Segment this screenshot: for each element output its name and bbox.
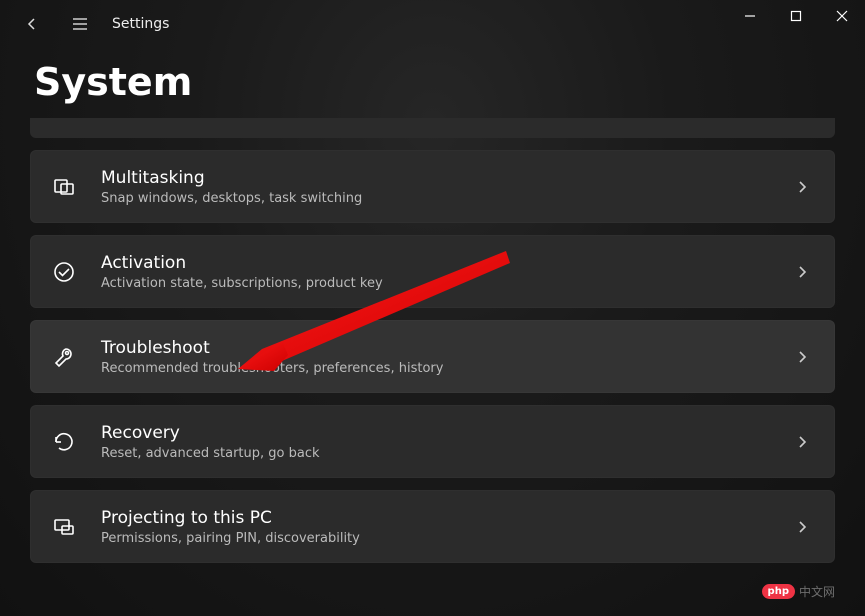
list-item-title: Multitasking: [101, 167, 766, 189]
settings-list: Multitasking Snap windows, desktops, tas…: [0, 118, 865, 616]
multitasking-icon: [51, 174, 77, 200]
list-item-projecting[interactable]: Projecting to this PC Permissions, pairi…: [30, 490, 835, 563]
list-item-subtitle: Recommended troubleshooters, preferences…: [101, 361, 766, 376]
watermark-brand: php: [762, 584, 795, 599]
list-item-subtitle: Snap windows, desktops, task switching: [101, 191, 766, 206]
list-item-text: Recovery Reset, advanced startup, go bac…: [101, 422, 766, 461]
list-item-title: Activation: [101, 252, 766, 274]
page-title: System: [0, 48, 865, 118]
list-item-recovery[interactable]: Recovery Reset, advanced startup, go bac…: [30, 405, 835, 478]
list-item-subtitle: Permissions, pairing PIN, discoverabilit…: [101, 531, 766, 546]
app-title: Settings: [108, 16, 169, 32]
nav-menu-button[interactable]: [60, 4, 100, 44]
list-item-subtitle: Activation state, subscriptions, product…: [101, 276, 766, 291]
activation-icon: [51, 259, 77, 285]
minimize-button[interactable]: [727, 0, 773, 32]
watermark: php 中文网: [762, 583, 835, 600]
back-button[interactable]: [12, 4, 52, 44]
list-item-title: Recovery: [101, 422, 766, 444]
recovery-icon: [51, 429, 77, 455]
troubleshoot-icon: [51, 344, 77, 370]
list-item-subtitle: Reset, advanced startup, go back: [101, 446, 766, 461]
list-item-multitasking[interactable]: Multitasking Snap windows, desktops, tas…: [30, 150, 835, 223]
list-item-partial[interactable]: [30, 118, 835, 138]
list-item-text: Activation Activation state, subscriptio…: [101, 252, 766, 291]
watermark-text: 中文网: [799, 583, 835, 600]
list-item-text: Projecting to this PC Permissions, pairi…: [101, 507, 766, 546]
list-item-activation[interactable]: Activation Activation state, subscriptio…: [30, 235, 835, 308]
close-button[interactable]: [819, 0, 865, 32]
list-item-text: Multitasking Snap windows, desktops, tas…: [101, 167, 766, 206]
chevron-right-icon: [790, 345, 814, 369]
list-item-troubleshoot[interactable]: Troubleshoot Recommended troubleshooters…: [30, 320, 835, 393]
chevron-right-icon: [790, 175, 814, 199]
list-item-title: Troubleshoot: [101, 337, 766, 359]
projecting-icon: [51, 514, 77, 540]
maximize-button[interactable]: [773, 0, 819, 32]
chevron-right-icon: [790, 430, 814, 454]
list-item-text: Troubleshoot Recommended troubleshooters…: [101, 337, 766, 376]
chevron-right-icon: [790, 260, 814, 284]
list-item-title: Projecting to this PC: [101, 507, 766, 529]
chevron-right-icon: [790, 515, 814, 539]
window-controls: [727, 0, 865, 32]
